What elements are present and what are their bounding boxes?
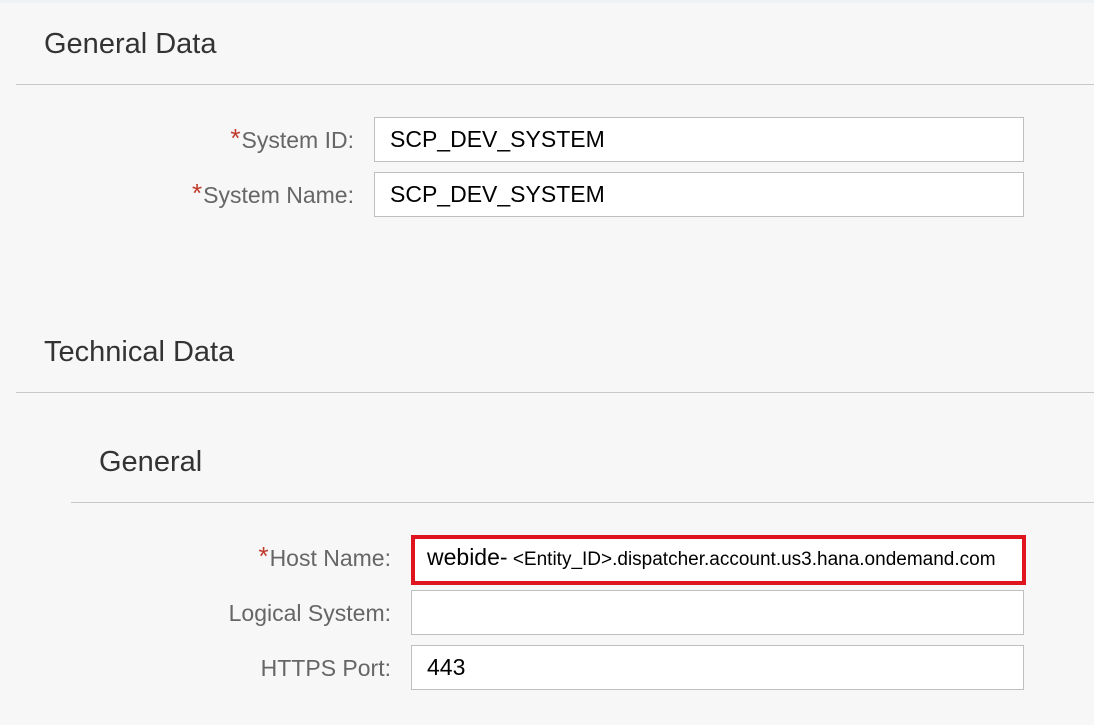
https-port-label: HTTPS Port:	[260, 655, 391, 681]
required-marker: *	[230, 123, 241, 153]
logical-system-field[interactable]	[411, 590, 1024, 635]
required-marker: *	[258, 541, 269, 571]
general-data-title: General Data	[44, 28, 217, 60]
technical-data-divider	[16, 392, 1094, 393]
general-subsection-title: General	[99, 446, 203, 478]
general-data-divider	[16, 84, 1094, 85]
system-id-label: *System ID:	[230, 123, 354, 153]
host-name-rest: <Entity_ID>.dispatcher.account.us3.hana.…	[507, 549, 996, 570]
technical-data-title: Technical Data	[44, 336, 235, 368]
https-port-field[interactable]: 443	[411, 645, 1024, 690]
system-name-label: *System Name:	[192, 178, 354, 208]
top-edge	[0, 0, 1094, 3]
required-marker: *	[192, 178, 203, 208]
general-subsection-divider	[71, 502, 1094, 503]
host-name-label: *Host Name:	[258, 541, 391, 571]
host-name-field[interactable]: webide- <Entity_ID>.dispatcher.account.u…	[411, 535, 1026, 585]
host-name-prefix: webide-	[427, 544, 508, 570]
system-id-field[interactable]: SCP_DEV_SYSTEM	[374, 117, 1024, 162]
system-name-field[interactable]: SCP_DEV_SYSTEM	[374, 172, 1024, 217]
logical-system-label: Logical System:	[228, 600, 391, 626]
